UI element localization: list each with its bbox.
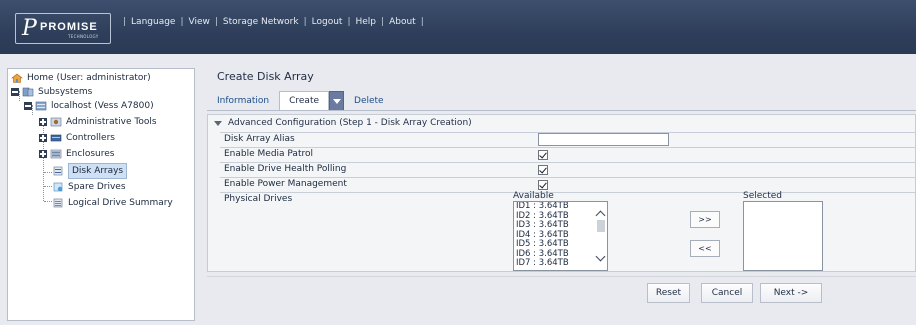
move-left-button[interactable]: << [690,240,720,257]
form-row-media-patrol: Enable Media Patrol [220,147,916,161]
scroll-up-icon[interactable] [595,210,606,221]
field-label: Physical Drives [224,194,293,204]
selected-label: Selected [743,191,783,201]
section-title: Advanced Configuration (Step 1 - Disk Ar… [228,118,472,128]
menu-logout[interactable]: Logout [312,17,343,27]
drive-health-polling-checkbox[interactable] [538,165,548,175]
tree-home[interactable]: Home (User: administrator) [11,71,151,85]
page-title: Create Disk Array [217,70,314,83]
expand-icon[interactable] [39,150,47,158]
form-row-drive-health: Enable Drive Health Polling [220,162,916,176]
field-label: Enable Media Patrol [224,149,313,159]
scroll-down-icon[interactable] [595,251,606,262]
list-item[interactable]: ID7 : 3.64TB [514,258,607,269]
tree-item-administrative-tools[interactable]: Administrative Tools [39,115,157,129]
subsystems-icon [22,87,34,97]
tools-icon [50,117,62,127]
advanced-config-panel: Advanced Configuration (Step 1 - Disk Ar… [207,114,916,272]
menu-view[interactable]: View [189,17,210,27]
next-button[interactable]: Next -> [760,283,822,303]
expand-icon[interactable] [39,134,47,142]
tree-home-label: Home (User: administrator) [27,73,151,83]
section-toggle[interactable]: Advanced Configuration (Step 1 - Disk Ar… [214,118,472,128]
tree-subsystems-label: Subsystems [38,87,93,97]
tab-delete[interactable]: Delete [344,91,394,111]
logical-drive-icon [53,198,63,208]
controller-icon [50,134,62,142]
collapse-icon[interactable] [11,88,19,96]
power-management-checkbox[interactable] [538,180,548,190]
logo-text: PROMISE [40,21,98,33]
logo-subtext: TECHNOLOGY [68,34,99,39]
tree-item-enclosures[interactable]: Enclosures [39,147,114,161]
field-label: Enable Drive Health Polling [224,164,347,174]
tab-create[interactable]: Create [279,91,330,111]
reset-button[interactable]: Reset [647,283,690,303]
disk-array-icon [53,166,63,176]
form-row-alias: Disk Array Alias [220,132,916,146]
server-icon [35,101,47,111]
selected-drives-list[interactable] [743,201,823,271]
tree-item-disk-arrays[interactable]: Disk Arrays [52,163,128,179]
tree-item-spare-drives[interactable]: Spare Drives [52,180,126,194]
available-label: Available [513,191,554,201]
tree-item-label: Enclosures [66,149,115,159]
collapse-icon[interactable] [24,102,32,110]
sidebar-tree: Home (User: administrator) Subsystems lo… [7,68,195,321]
cancel-button[interactable]: Cancel [701,283,753,303]
disk-array-alias-input[interactable] [538,133,669,146]
scroll-thumb[interactable] [597,220,605,232]
promise-logo-mark-icon: P [22,16,37,41]
collapse-triangle-icon [214,120,222,126]
tree-subsystems[interactable]: Subsystems [11,85,92,99]
menu-help[interactable]: Help [356,17,377,27]
tree-item-label: Logical Drive Summary [68,198,173,208]
enclosure-icon [50,149,62,159]
home-icon [11,73,23,83]
tree-item-logical-drive-summary[interactable]: Logical Drive Summary [52,196,173,210]
menu-storage-network[interactable]: Storage Network [223,17,299,27]
chevron-down-icon [332,98,341,104]
tree-localhost[interactable]: localhost (Vess A7800) [24,99,154,113]
tree-item-label: Administrative Tools [66,117,157,127]
scrollbar[interactable] [595,202,607,270]
spare-drive-icon [53,182,63,192]
menu-about[interactable]: About [389,17,416,27]
expand-icon[interactable] [39,118,47,126]
tree-item-label: Controllers [66,133,115,143]
create-dropdown-button[interactable] [329,91,345,111]
available-drives-list[interactable]: ID1 : 3.64TB ID2 : 3.64TB ID3 : 3.64TB I… [513,201,608,271]
field-label: Disk Array Alias [224,134,295,144]
tree-localhost-label: localhost (Vess A7800) [51,101,154,111]
media-patrol-checkbox[interactable] [538,150,548,160]
top-bar: P PROMISE TECHNOLOGY | Language | View |… [0,0,916,54]
tree-item-controllers[interactable]: Controllers [39,131,115,145]
promise-logo: P PROMISE TECHNOLOGY [15,13,111,44]
field-label: Enable Power Management [224,179,347,189]
menu-language[interactable]: Language [131,17,175,27]
tab-information[interactable]: Information [207,91,279,111]
form-row-power-management: Enable Power Management [220,177,916,191]
tree-item-label: Spare Drives [68,182,126,192]
tab-bar: Information Create Delete [207,91,394,111]
top-menu: | Language | View | Storage Network | Lo… [123,17,424,27]
tree-item-label: Disk Arrays [68,163,128,179]
move-right-button[interactable]: >> [690,211,720,228]
